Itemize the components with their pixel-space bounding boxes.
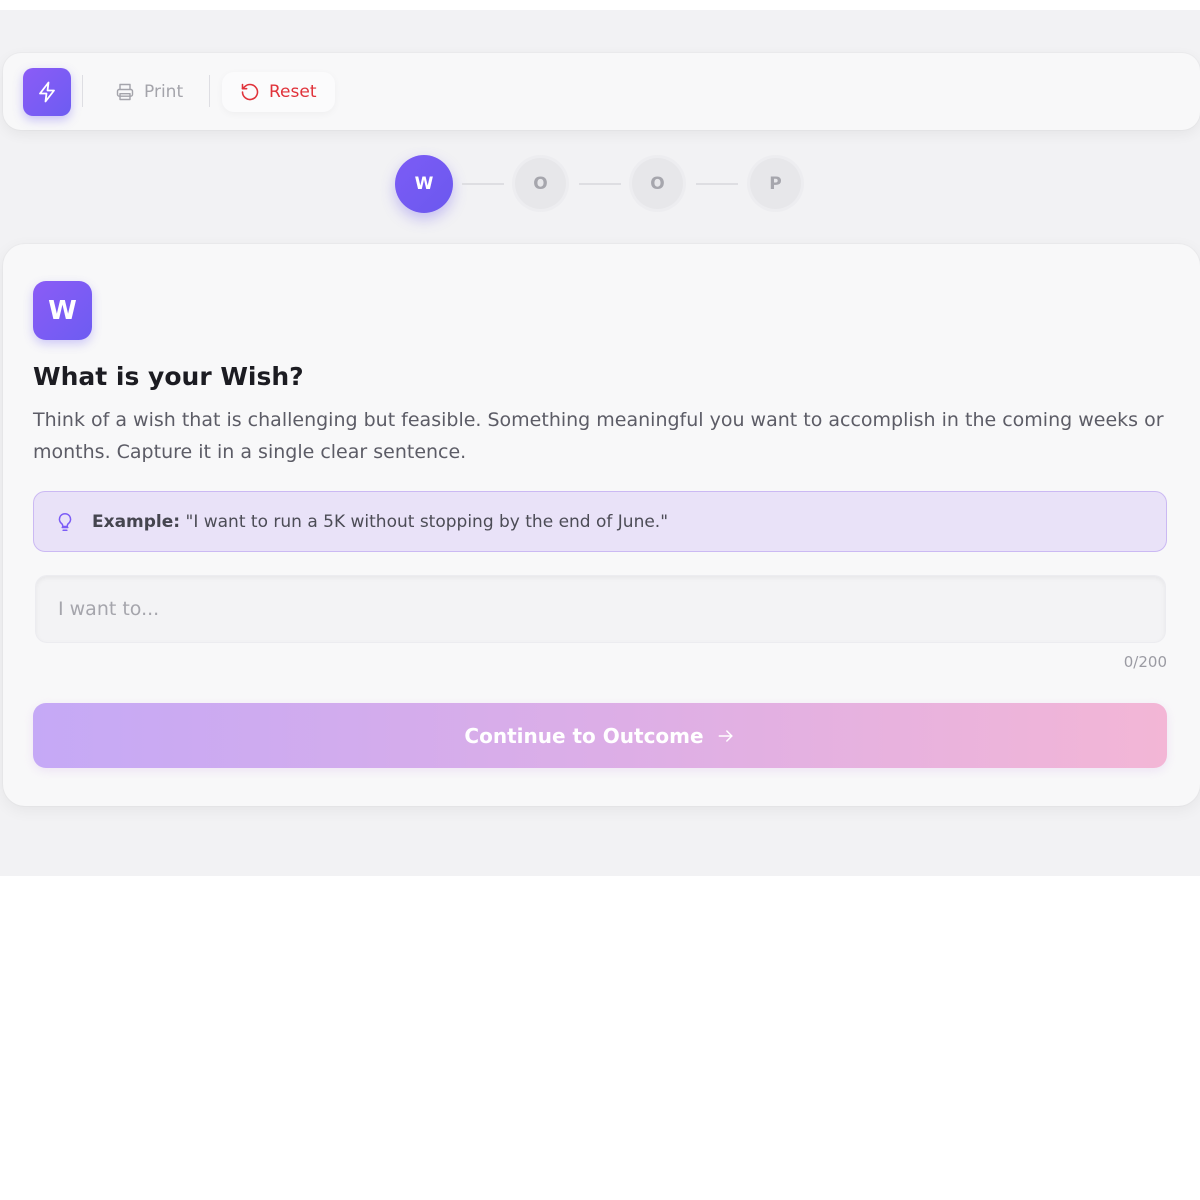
undo-icon xyxy=(241,83,259,101)
wish-input[interactable] xyxy=(35,575,1166,643)
step-outcome[interactable]: O xyxy=(515,158,566,209)
step-badge-letter: W xyxy=(48,295,77,326)
lightning-bolt-icon xyxy=(39,81,55,103)
step-letter: P xyxy=(769,173,782,194)
lightbulb-icon xyxy=(58,512,72,531)
app-logo-button[interactable] xyxy=(23,68,71,116)
reset-button[interactable]: Reset xyxy=(222,72,335,112)
step-connector xyxy=(579,183,621,185)
printer-icon xyxy=(116,83,134,101)
step-badge: W xyxy=(33,281,92,340)
step-letter: O xyxy=(533,173,548,194)
example-text: Example: "I want to run a 5K without sto… xyxy=(92,512,668,532)
step-letter: W xyxy=(414,174,434,194)
toolbar: Print Reset xyxy=(3,53,1200,130)
character-counter: 0/200 xyxy=(1123,653,1167,671)
toolbar-divider xyxy=(82,75,83,107)
card-description: Think of a wish that is challenging but … xyxy=(33,409,1164,463)
example-quote: "I want to run a 5K without stopping by … xyxy=(185,511,669,532)
step-wish[interactable]: W xyxy=(395,155,453,213)
example-label: Example: xyxy=(92,511,181,532)
continue-button[interactable]: Continue to Outcome xyxy=(33,703,1167,768)
step-obstacle[interactable]: O xyxy=(632,158,683,209)
reset-label: Reset xyxy=(269,82,317,102)
continue-label: Continue to Outcome xyxy=(464,723,704,748)
print-button[interactable]: Print xyxy=(99,72,199,112)
example-hint: Example: "I want to run a 5K without sto… xyxy=(33,491,1167,552)
step-connector xyxy=(462,183,504,185)
toolbar-divider xyxy=(209,75,210,107)
print-label: Print xyxy=(144,82,184,102)
step-connector xyxy=(696,183,738,185)
card-title: What is your Wish? xyxy=(33,362,304,391)
arrow-right-icon xyxy=(718,729,733,742)
wish-card: W What is your Wish? Think of a wish tha… xyxy=(3,244,1200,806)
step-letter: O xyxy=(650,173,665,194)
step-plan[interactable]: P xyxy=(750,158,801,209)
